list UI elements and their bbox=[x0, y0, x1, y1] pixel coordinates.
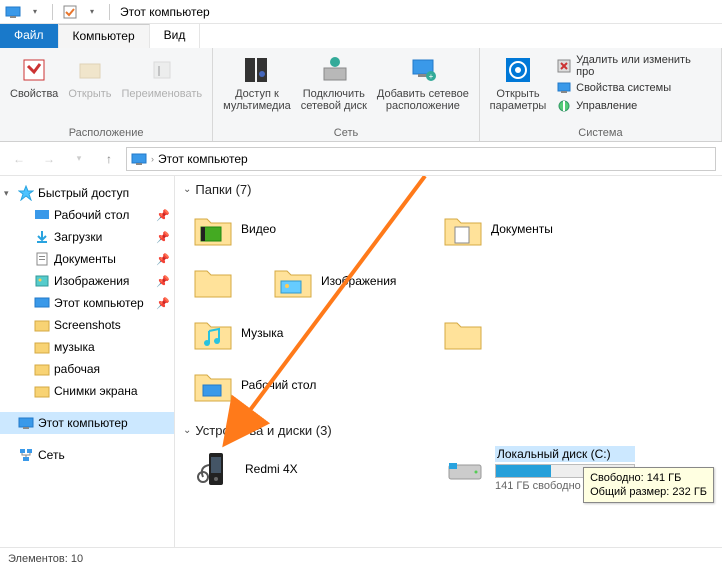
phone-icon bbox=[193, 447, 237, 491]
title-bar: ▾ ▾ Этот компьютер bbox=[0, 0, 722, 24]
tree-network[interactable]: ▸ Сеть bbox=[0, 444, 174, 466]
folder-partial[interactable] bbox=[193, 257, 233, 305]
tree-item[interactable]: Screenshots bbox=[0, 314, 174, 336]
pc-icon bbox=[131, 151, 147, 167]
folder-icon bbox=[193, 261, 233, 301]
ribbon-group-system: Открыть параметры Удалить или изменить п… bbox=[480, 48, 722, 141]
device-phone[interactable]: Redmi 4X bbox=[193, 446, 403, 492]
pin-icon: 📌 bbox=[156, 275, 170, 288]
svg-text:+: + bbox=[429, 72, 434, 81]
tab-file[interactable]: Файл bbox=[0, 24, 59, 48]
tree-item[interactable]: музыка bbox=[0, 336, 174, 358]
map-drive-button[interactable]: Подключить сетевой диск bbox=[297, 52, 371, 114]
folder-icon bbox=[34, 339, 50, 355]
folder-icon bbox=[34, 383, 50, 399]
pictures-icon bbox=[34, 273, 50, 289]
folder-music[interactable]: Музыка bbox=[193, 309, 403, 357]
status-text: Элементов: 10 bbox=[8, 553, 83, 565]
star-icon bbox=[18, 185, 34, 201]
tree-item[interactable]: Снимки экрана bbox=[0, 380, 174, 402]
tree-item[interactable]: Рабочий стол📌 bbox=[0, 204, 174, 226]
tab-computer[interactable]: Компьютер bbox=[59, 24, 150, 48]
manage-button[interactable]: Управление bbox=[556, 98, 711, 114]
tree-quick-access[interactable]: ▾ Быстрый доступ bbox=[0, 182, 174, 204]
open-settings-button[interactable]: Открыть параметры bbox=[486, 52, 550, 114]
folder-icon bbox=[273, 261, 313, 301]
ribbon-group-location: Свойства Открыть Переименовать Расположе… bbox=[0, 48, 213, 141]
up-button[interactable]: ↑ bbox=[96, 146, 122, 172]
checkbox-icon[interactable] bbox=[61, 3, 79, 21]
desktop-icon bbox=[34, 207, 50, 223]
folder-images[interactable]: Изображения bbox=[273, 257, 483, 305]
folder-icon bbox=[34, 317, 50, 333]
folder-videos[interactable]: Видео bbox=[193, 205, 403, 253]
open-button: Открыть bbox=[64, 52, 115, 102]
tooltip: Свободно: 141 ГБ Общий размер: 232 ГБ bbox=[583, 467, 714, 503]
add-netloc-button[interactable]: + Добавить сетевое расположение bbox=[373, 52, 473, 114]
folder-icon bbox=[193, 313, 233, 353]
properties-button[interactable]: Свойства bbox=[6, 52, 62, 102]
tree-item[interactable]: Этот компьютер📌 bbox=[0, 292, 174, 314]
address-bar: ← → ▾ ↑ › Этот компьютер bbox=[0, 142, 722, 176]
window-title: Этот компьютер bbox=[120, 5, 210, 19]
pin-icon: 📌 bbox=[156, 253, 170, 266]
folder-desktop[interactable]: Рабочий стол bbox=[193, 361, 403, 409]
recent-dropdown[interactable]: ▾ bbox=[66, 146, 92, 172]
pc-icon bbox=[34, 295, 50, 311]
drive-icon bbox=[443, 447, 487, 491]
documents-icon bbox=[34, 251, 50, 267]
ribbon: Свойства Открыть Переименовать Расположе… bbox=[0, 48, 722, 142]
folder-icon bbox=[34, 361, 50, 377]
tree-item[interactable]: рабочая bbox=[0, 358, 174, 380]
ribbon-group-network: Доступ к мультимедиа Подключить сетевой … bbox=[213, 48, 480, 141]
pin-icon: 📌 bbox=[156, 231, 170, 244]
chevron-down-icon: ⌄ bbox=[183, 425, 191, 436]
folder-icon bbox=[443, 313, 483, 353]
ribbon-tabs: Файл Компьютер Вид bbox=[0, 24, 722, 48]
nav-tree: ▾ Быстрый доступ Рабочий стол📌 Загрузки📌… bbox=[0, 176, 175, 547]
downloads-icon bbox=[34, 229, 50, 245]
breadcrumb[interactable]: Этот компьютер bbox=[158, 152, 248, 166]
dropdown-icon[interactable]: ▾ bbox=[26, 3, 44, 21]
network-icon bbox=[18, 447, 34, 463]
tree-item[interactable]: Загрузки📌 bbox=[0, 226, 174, 248]
status-bar: Элементов: 10 bbox=[0, 547, 722, 569]
section-folders[interactable]: ⌄ Папки (7) bbox=[183, 182, 714, 197]
tree-item[interactable]: Изображения📌 bbox=[0, 270, 174, 292]
pc-icon bbox=[4, 3, 22, 21]
section-devices[interactable]: ⌄ Устройства и диски (3) bbox=[183, 423, 714, 438]
chevron-down-icon: ⌄ bbox=[183, 184, 191, 195]
quick-access-toolbar: ▾ ▾ bbox=[4, 3, 114, 21]
back-button[interactable]: ← bbox=[6, 146, 32, 172]
folder-partial[interactable] bbox=[443, 309, 483, 357]
tab-view[interactable]: Вид bbox=[150, 24, 201, 48]
forward-button[interactable]: → bbox=[36, 146, 62, 172]
dropdown-icon[interactable]: ▾ bbox=[83, 3, 101, 21]
pin-icon: 📌 bbox=[156, 209, 170, 222]
rename-button: Переименовать bbox=[118, 52, 207, 102]
tree-item[interactable]: Документы📌 bbox=[0, 248, 174, 270]
tree-this-pc[interactable]: ▸ Этот компьютер bbox=[0, 412, 174, 434]
media-access-button[interactable]: Доступ к мультимедиа bbox=[219, 52, 295, 114]
system-props-button[interactable]: Свойства системы bbox=[556, 80, 711, 96]
folder-icon bbox=[193, 365, 233, 405]
uninstall-button[interactable]: Удалить или изменить про bbox=[556, 54, 711, 78]
folder-documents[interactable]: Документы bbox=[443, 205, 653, 253]
folder-icon bbox=[193, 209, 233, 249]
pc-icon bbox=[18, 415, 34, 431]
content-pane: ⌄ Папки (7) Видео Документы Изображения … bbox=[175, 176, 722, 547]
address-box[interactable]: › Этот компьютер bbox=[126, 147, 716, 171]
folder-icon bbox=[443, 209, 483, 249]
pin-icon: 📌 bbox=[156, 297, 170, 310]
